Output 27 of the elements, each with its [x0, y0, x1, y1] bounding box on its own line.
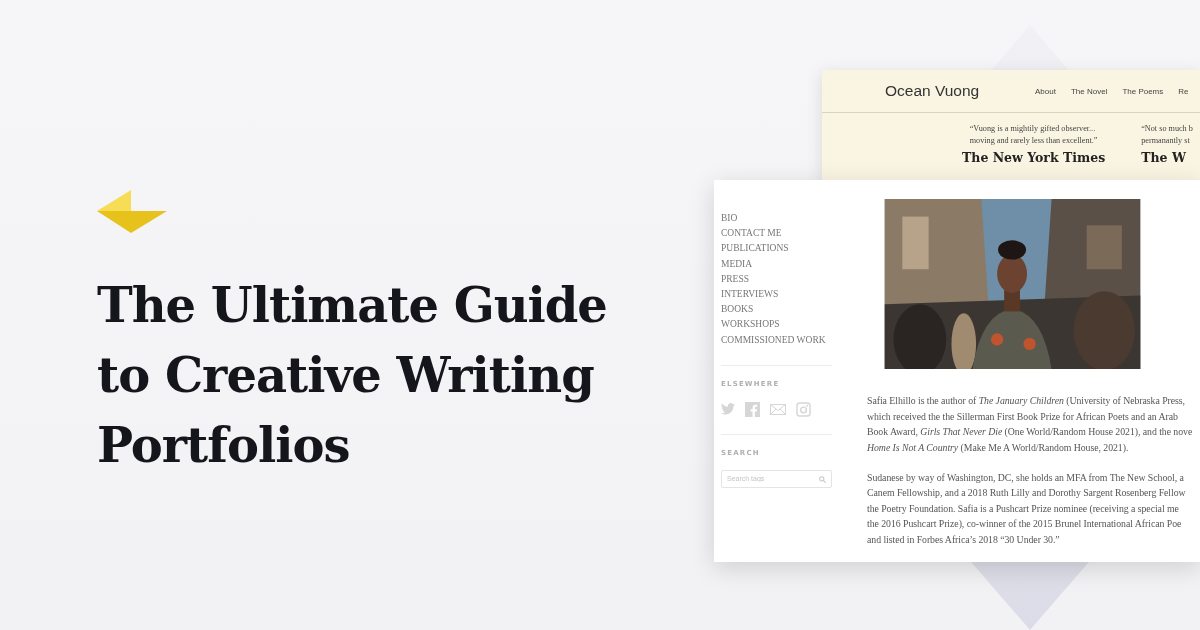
nav-link[interactable]: The Novel [1070, 86, 1108, 96]
mail-icon[interactable] [770, 403, 786, 415]
facebook-icon[interactable] [745, 401, 760, 417]
nav-link[interactable]: Re [1178, 86, 1189, 96]
review-source: The W [1141, 150, 1186, 165]
nav-link[interactable]: The Poems [1122, 86, 1164, 96]
menu-link[interactable]: BIO [721, 211, 738, 227]
menu-link[interactable]: MEDIA [721, 256, 753, 272]
review-quote: “Vuong is a mightily gifted observer... moving and rarely less than excellent.” [969, 123, 1098, 147]
menu-link[interactable]: BOOKS [721, 302, 754, 318]
menu-link[interactable]: PRESS [721, 271, 749, 287]
menu-link[interactable]: CONTACT ME [721, 226, 782, 242]
camera-icon[interactable] [796, 401, 811, 417]
logo-icon [97, 190, 167, 234]
menu-link[interactable]: COMMISSIONED WORK [721, 332, 826, 348]
bird-icon[interactable] [721, 403, 735, 416]
bio-paragraph: Safia Elhillo is the author of The January Children (University of Nebraska Press, which received the the Sillerman First Book Prize for African Poets and an Arab Book Award, Girls That Never Die (One World/Random House 2021), and the nove Home Is Not A Country (Make Me A World/Random House, 2021). [867, 394, 1193, 455]
review-source: The New York Times [962, 150, 1106, 165]
nav-link[interactable]: About [1035, 86, 1056, 96]
bio-paragraph: Sudanese by way of Washington, DC, she holds an MFA from The New School, a Canem Fellowship, and a 2018 Ruth Lilly and Dorothy Sargent Rosenberg Fellow the Poetry Foundation. Safia is a Pushcart Prize nominee (receiving a special me the 2016 Pushcart Prize), co-winner of the 2015 Brunel International African Poe and listed in Forbes Africa’s 2018 “30 Under 30.” [867, 470, 1187, 547]
menu-link[interactable]: PUBLICATIONS [721, 241, 789, 257]
site-title: Ocean Vuong [885, 82, 981, 100]
headline: The Ultimate Guide to Creative Writing Portfolios [97, 276, 607, 475]
menu-link[interactable]: WORKSHOPS [721, 317, 780, 333]
search-icon [819, 475, 826, 483]
review-quote: “Not so much b permanantly st [1141, 123, 1193, 147]
menu-link[interactable]: INTERVIEWS [721, 287, 779, 303]
